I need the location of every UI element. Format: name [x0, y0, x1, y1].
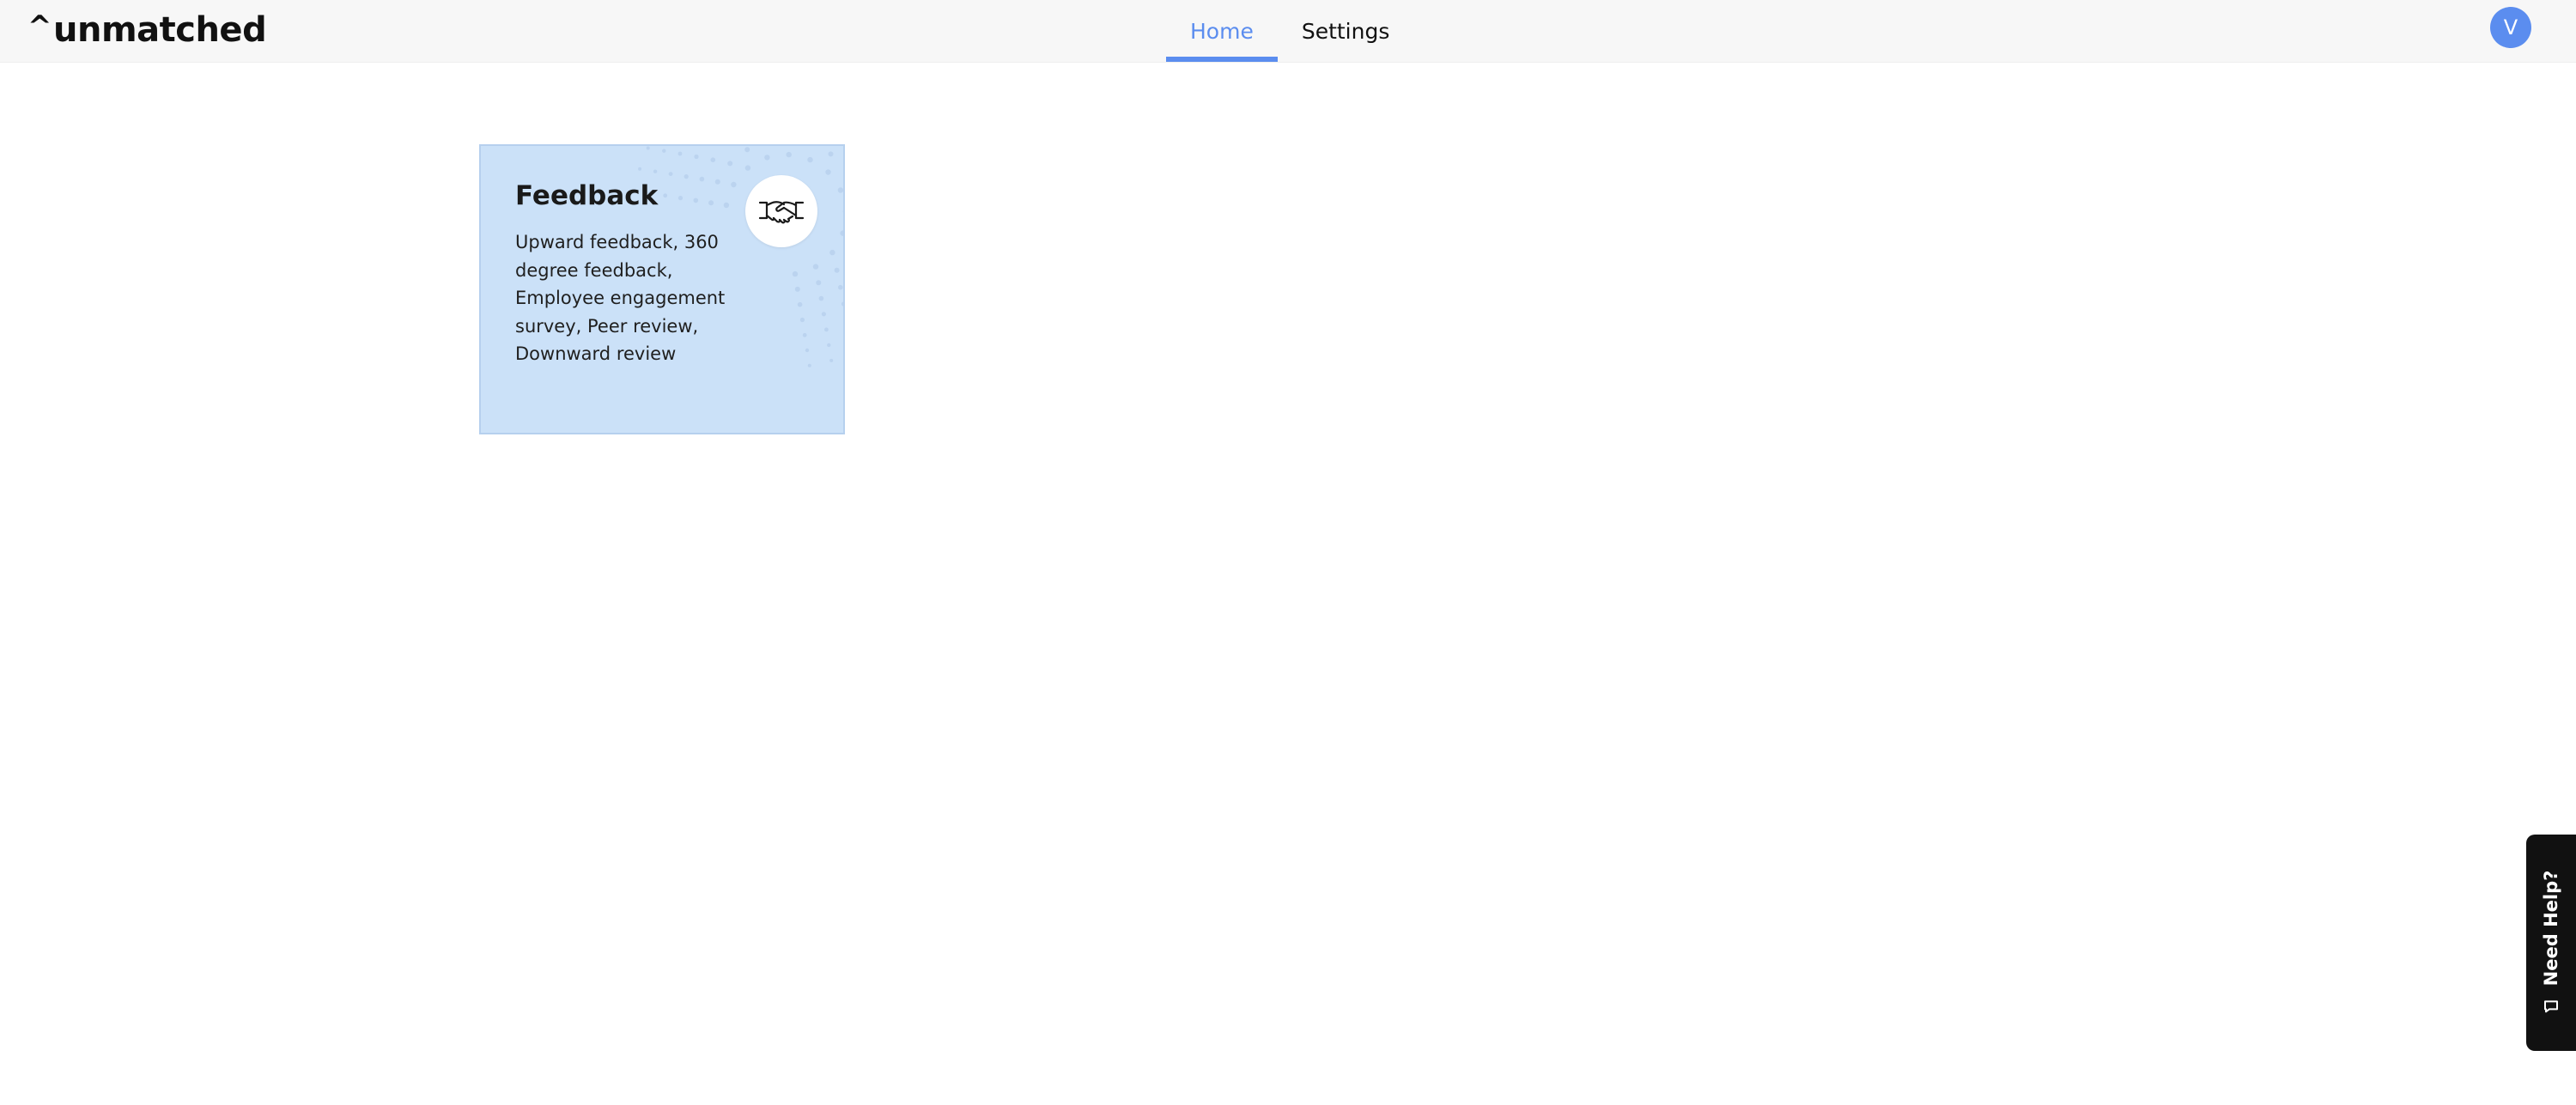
need-help-button[interactable]: Need Help? [2526, 835, 2576, 1051]
avatar-initial: V [2503, 15, 2518, 39]
feedback-card[interactable]: Feedback Upward feedback, 360 degree fee… [479, 144, 845, 434]
logo-text: unmatched [53, 10, 267, 50]
card-title: Feedback [515, 180, 659, 211]
unmatched-logo[interactable]: ^ unmatched [27, 5, 267, 55]
handshake-icon [758, 201, 805, 224]
main-nav: Home Settings [1166, 0, 1413, 62]
top-navigation-bar: ^ unmatched Home Settings V [0, 0, 2576, 63]
tab-home-label: Home [1190, 18, 1254, 44]
user-avatar[interactable]: V [2490, 7, 2531, 48]
chat-bubble-icon [2544, 1000, 2558, 1013]
need-help-content: Need Help? [2541, 871, 2561, 1016]
tab-home[interactable]: Home [1166, 0, 1278, 62]
tab-settings-label: Settings [1301, 18, 1390, 44]
need-help-label: Need Help? [2541, 870, 2561, 987]
tab-settings[interactable]: Settings [1278, 0, 1414, 62]
card-icon-badge [745, 175, 817, 247]
card-description: Upward feedback, 360 degree feedback, Em… [515, 232, 726, 364]
logo-caret: ^ [27, 9, 52, 44]
